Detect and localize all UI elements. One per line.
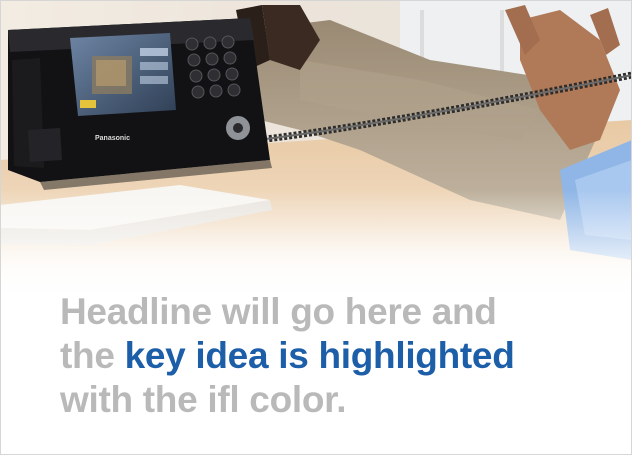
svg-text:Panasonic: Panasonic <box>95 135 130 142</box>
ad-banner: Panasonic Headline will go here and the … <box>0 0 632 455</box>
headline: Headline will go here and the key idea i… <box>60 290 600 422</box>
desk-phone-icon: Panasonic <box>8 18 270 182</box>
headline-line-2-prefix: the <box>60 335 125 376</box>
headline-line-3: with the ifl color. <box>60 379 347 420</box>
headline-highlight: key idea is highlighted <box>124 335 515 376</box>
headline-line-1: Headline will go here and <box>60 291 497 332</box>
